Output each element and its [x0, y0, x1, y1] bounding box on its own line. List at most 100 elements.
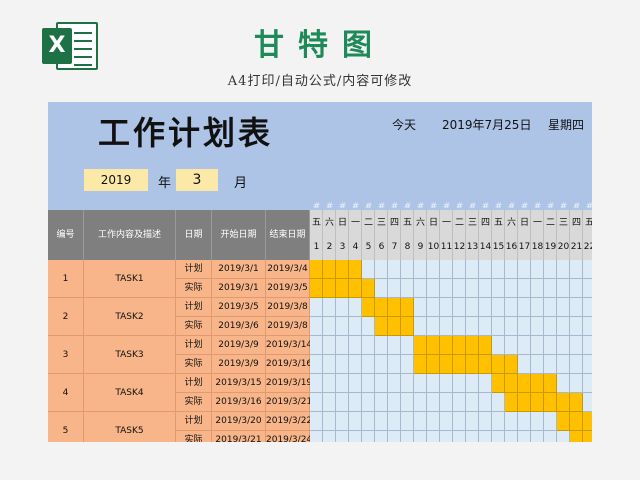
gantt-empty-cell	[583, 298, 592, 317]
task-plan-start[interactable]: 2019/3/20	[212, 412, 266, 431]
task-plan-end[interactable]: 2019/3/14	[266, 336, 312, 355]
task-plan-end[interactable]: 2019/3/22	[266, 412, 312, 431]
page: X 甘特图 A4打印/自动公式/内容可修改 工作计划表 今天 2019年7月25…	[0, 0, 640, 480]
gantt-empty-cell	[375, 431, 388, 442]
col-header-name: 工作内容及描述	[84, 210, 176, 260]
day-number: 14	[479, 242, 492, 252]
gantt-empty-cell	[453, 298, 466, 317]
task-name-cell[interactable]: TASK3	[84, 336, 176, 374]
task-plan-start[interactable]: 2019/3/1	[212, 260, 266, 279]
gantt-empty-cell	[401, 393, 414, 412]
task-name-cell[interactable]: TASK2	[84, 298, 176, 336]
gantt-empty-cell	[557, 431, 570, 442]
task-id-cell[interactable]: 3	[48, 336, 84, 374]
gantt-empty-cell	[531, 317, 544, 336]
task-id-cell[interactable]: 5	[48, 412, 84, 442]
task-plan-end[interactable]: 2019/3/19	[266, 374, 312, 393]
hash-mark: #	[546, 202, 555, 208]
gantt-empty-cell	[349, 298, 362, 317]
weekday-label: 四	[389, 218, 399, 228]
task-actual-start[interactable]: 2019/3/16	[212, 393, 266, 412]
task-name-cell[interactable]: TASK1	[84, 260, 176, 298]
day-column-header: 三6	[375, 210, 388, 260]
gantt-bar-cell	[479, 355, 492, 374]
gantt-empty-cell	[466, 260, 479, 279]
gantt-empty-cell	[388, 260, 401, 279]
task-plan-start[interactable]: 2019/3/15	[212, 374, 266, 393]
gantt-empty-cell	[492, 298, 505, 317]
gantt-empty-cell	[440, 298, 453, 317]
gantt-empty-cell	[427, 279, 440, 298]
task-actual-start[interactable]: 2019/3/9	[212, 355, 266, 374]
gantt-empty-cell	[557, 260, 570, 279]
day-number: 21	[570, 242, 583, 252]
gantt-empty-cell	[544, 317, 557, 336]
gantt-empty-cell	[401, 260, 414, 279]
task-id-cell[interactable]: 1	[48, 260, 84, 298]
hash-mark: #	[312, 202, 321, 208]
gantt-empty-cell	[570, 374, 583, 393]
day-number: 12	[453, 242, 466, 252]
gantt-empty-cell	[544, 412, 557, 431]
weekday-label: 二	[454, 218, 464, 228]
gantt-empty-cell	[466, 279, 479, 298]
task-actual-start[interactable]: 2019/3/21	[212, 431, 266, 442]
col-header-type: 日期	[176, 210, 212, 260]
task-name-cell[interactable]: TASK4	[84, 374, 176, 412]
task-name-cell[interactable]: TASK5	[84, 412, 176, 442]
gantt-empty-cell	[583, 393, 592, 412]
gantt-empty-cell	[518, 279, 531, 298]
gantt-empty-cell	[505, 298, 518, 317]
task-plan-end[interactable]: 2019/3/8	[266, 298, 310, 317]
gantt-empty-cell	[414, 298, 427, 317]
weekday-label: 四	[480, 218, 490, 228]
task-id-cell[interactable]: 2	[48, 298, 84, 336]
day-column-header: 日3	[336, 210, 349, 260]
task-actual-start[interactable]: 2019/3/1	[212, 279, 266, 298]
plan-title: 工作计划表	[98, 114, 274, 152]
task-actual-end[interactable]: 2019/3/24	[266, 431, 312, 442]
day-column-header: 一 11	[440, 210, 453, 260]
gantt-empty-cell	[336, 412, 349, 431]
task-actual-start[interactable]: 2019/3/6	[212, 317, 266, 336]
task-id-cell[interactable]: 4	[48, 374, 84, 412]
gantt-bar-cell	[323, 279, 336, 298]
day-column-header: 三 13	[466, 210, 479, 260]
task-plan-start[interactable]: 2019/3/9	[212, 336, 266, 355]
weekday-label: 二	[545, 218, 555, 228]
hash-mark: #	[325, 202, 334, 208]
gantt-empty-cell	[583, 279, 592, 298]
task-actual-end[interactable]: 2019/3/8	[266, 317, 310, 336]
weekday-label: 五	[402, 218, 412, 228]
gantt-empty-cell	[336, 355, 349, 374]
month-input[interactable]: 3	[176, 169, 218, 191]
task-actual-end[interactable]: 2019/3/21	[266, 393, 312, 412]
gantt-bar-cell	[492, 355, 505, 374]
gantt-empty-cell	[583, 317, 592, 336]
year-input[interactable]: 2019	[84, 169, 148, 191]
gantt-bar-cell	[492, 374, 505, 393]
gantt-empty-cell	[362, 355, 375, 374]
gantt-empty-cell	[323, 355, 336, 374]
day-column-header: 三 20	[557, 210, 570, 260]
gantt-empty-cell	[362, 317, 375, 336]
task-actual-end[interactable]: 2019/3/5	[266, 279, 310, 298]
gantt-empty-cell	[310, 374, 323, 393]
today-date[interactable]: 2019年7月25日	[442, 116, 531, 133]
task-actual-label: 实际	[176, 279, 212, 298]
gantt-bar-cell	[479, 336, 492, 355]
gantt-empty-cell	[388, 431, 401, 442]
hash-mark: #	[390, 202, 399, 208]
hash-mark: #	[572, 202, 581, 208]
weekday-label: 六	[415, 218, 425, 228]
gantt-empty-cell	[440, 374, 453, 393]
gantt-bar-cell	[388, 317, 401, 336]
today-weekday: 星期四	[548, 118, 585, 132]
gantt-empty-cell	[414, 317, 427, 336]
task-actual-end[interactable]: 2019/3/16	[266, 355, 312, 374]
task-plan-end[interactable]: 2019/3/4	[266, 260, 310, 279]
task-plan-start[interactable]: 2019/3/5	[212, 298, 266, 317]
gantt-empty-cell	[492, 431, 505, 442]
gantt-empty-cell	[349, 431, 362, 442]
gantt-empty-cell	[466, 431, 479, 442]
